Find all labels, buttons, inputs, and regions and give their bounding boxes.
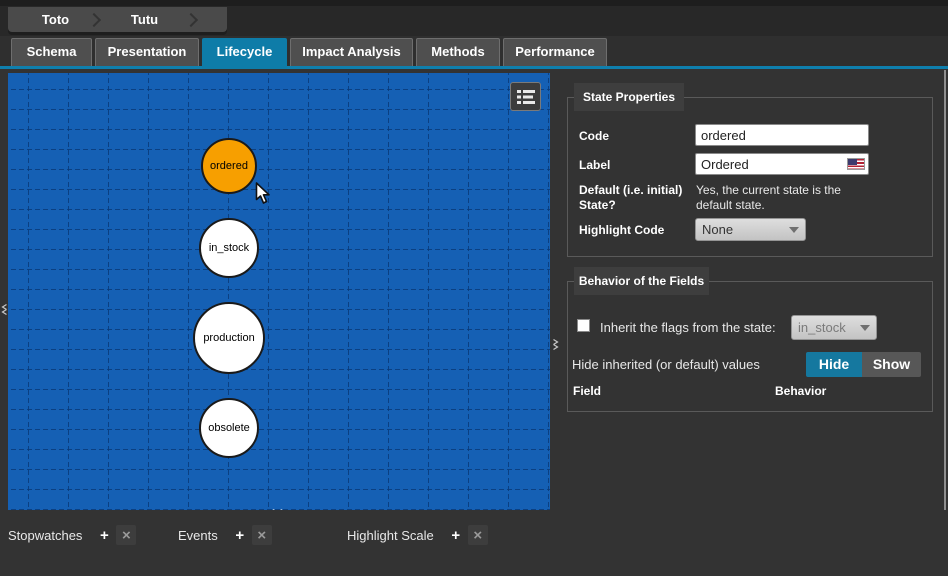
breadcrumb: Toto Tutu bbox=[8, 7, 227, 32]
state-label: in_stock bbox=[209, 242, 249, 254]
tab-schema[interactable]: Schema bbox=[11, 38, 92, 66]
state-node-in-stock[interactable]: in_stock bbox=[199, 218, 259, 278]
inherit-flags-checkbox[interactable] bbox=[577, 319, 590, 332]
state-node-obsolete[interactable]: obsolete bbox=[199, 398, 259, 458]
highlight-scale-label: Highlight Scale bbox=[347, 528, 434, 543]
diagram-list-view-button[interactable] bbox=[510, 82, 541, 111]
label-label: Label bbox=[579, 158, 610, 173]
behavior-fields-panel bbox=[567, 281, 933, 412]
remove-event-button[interactable]: × bbox=[252, 525, 272, 545]
highlight-code-label: Highlight Code bbox=[579, 223, 664, 238]
remove-stopwatch-button[interactable]: × bbox=[116, 525, 136, 545]
default-state-value: Yes, the current state is the default st… bbox=[696, 183, 866, 213]
expand-right-panel-handle[interactable] bbox=[552, 338, 560, 351]
state-label: production bbox=[203, 332, 254, 344]
tab-bar-accent-line bbox=[0, 66, 948, 69]
lifecycle-editor-window: Toto Tutu Schema Presentation Lifecycle … bbox=[0, 0, 948, 576]
remove-highlight-scale-button[interactable]: × bbox=[468, 525, 488, 545]
hide-button[interactable]: Hide bbox=[806, 352, 862, 377]
collapse-left-panel-handle[interactable] bbox=[0, 303, 8, 316]
events-section: Events + × bbox=[178, 525, 274, 545]
add-event-button[interactable]: + bbox=[230, 525, 250, 545]
right-scrollbar-track[interactable] bbox=[944, 70, 946, 576]
show-button[interactable]: Show bbox=[862, 352, 921, 377]
hide-values-label: Hide inherited (or default) values bbox=[572, 357, 760, 372]
code-label: Code bbox=[579, 129, 609, 144]
add-highlight-scale-button[interactable]: + bbox=[446, 525, 466, 545]
state-label: ordered bbox=[210, 160, 248, 172]
state-properties-header: State Properties bbox=[574, 83, 684, 111]
breadcrumb-item-tutu[interactable]: Tutu bbox=[97, 12, 192, 27]
tab-bar: Schema Presentation Lifecycle Impact Ana… bbox=[0, 36, 948, 69]
mouse-cursor-icon bbox=[255, 182, 272, 210]
highlight-scale-section: Highlight Scale + × bbox=[347, 525, 490, 545]
behavior-column-header: Behavior bbox=[775, 384, 826, 399]
events-label: Events bbox=[178, 528, 218, 543]
state-node-production[interactable]: production bbox=[193, 302, 265, 374]
highlight-code-select[interactable]: None bbox=[695, 218, 806, 241]
bottom-panel-bar: Stopwatches + × Events + × Highlight Sca… bbox=[0, 510, 948, 576]
stopwatches-label: Stopwatches bbox=[8, 528, 82, 543]
label-input[interactable] bbox=[695, 153, 869, 175]
tab-methods[interactable]: Methods bbox=[416, 38, 500, 66]
chevron-down-icon bbox=[860, 325, 870, 331]
us-flag-locale-icon[interactable] bbox=[847, 158, 865, 170]
chevron-down-icon bbox=[789, 227, 799, 233]
lifecycle-diagram-canvas[interactable]: ordered in_stock production obsolete bbox=[8, 73, 550, 510]
code-input[interactable] bbox=[695, 124, 869, 146]
default-state-label: Default (i.e. initial) State? bbox=[579, 183, 697, 213]
tab-presentation[interactable]: Presentation bbox=[95, 38, 199, 66]
inherit-state-select[interactable]: in_stock bbox=[791, 315, 877, 340]
list-icon bbox=[517, 89, 535, 105]
add-stopwatch-button[interactable]: + bbox=[94, 525, 114, 545]
stopwatches-section: Stopwatches + × bbox=[8, 525, 138, 545]
highlight-code-selected-value: None bbox=[702, 222, 733, 237]
tab-lifecycle[interactable]: Lifecycle bbox=[202, 38, 287, 69]
tab-performance[interactable]: Performance bbox=[503, 38, 607, 66]
tab-impact-analysis[interactable]: Impact Analysis bbox=[290, 38, 413, 66]
top-bar: Toto Tutu bbox=[0, 0, 948, 36]
inherit-flags-label: Inherit the flags from the state: bbox=[600, 320, 776, 335]
inherit-state-selected-value: in_stock bbox=[798, 320, 846, 335]
state-label: obsolete bbox=[208, 422, 250, 434]
state-node-ordered[interactable]: ordered bbox=[201, 138, 257, 194]
behavior-fields-header: Behavior of the Fields bbox=[574, 267, 709, 295]
field-column-header: Field bbox=[573, 384, 601, 399]
